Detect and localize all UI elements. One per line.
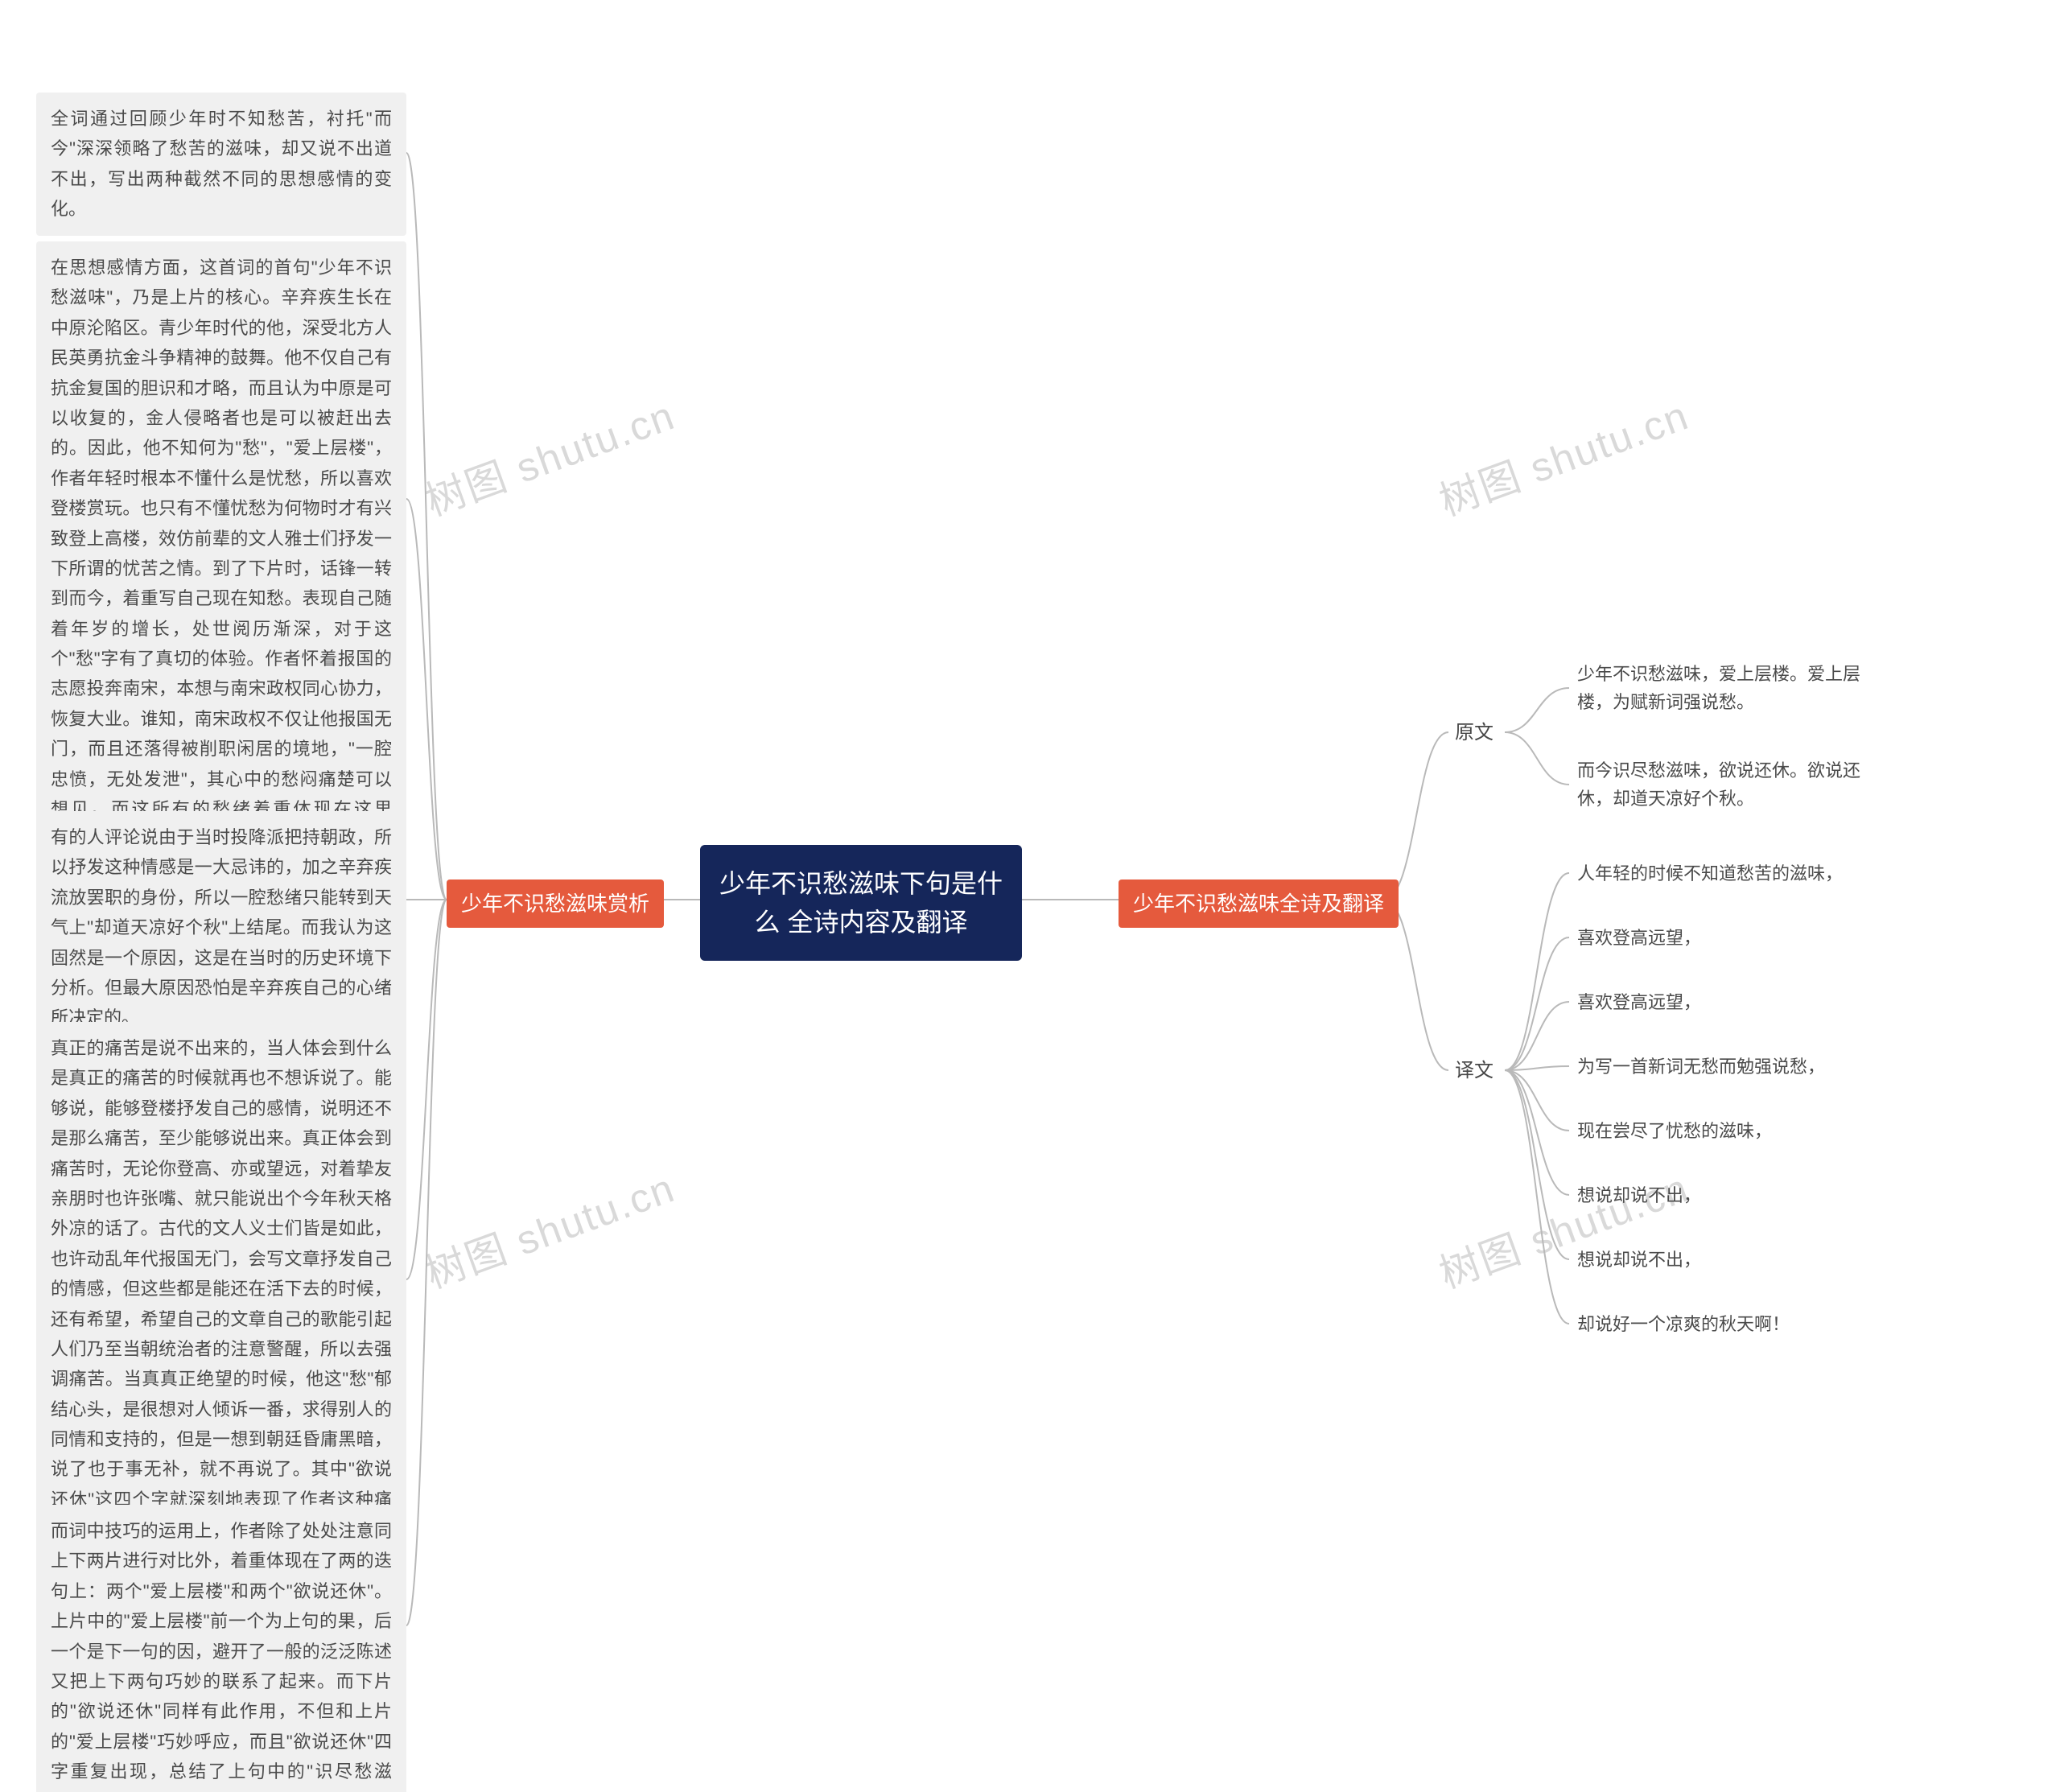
translation-line-8[interactable]: 却说好一个凉爽的秋天啊！ [1577, 1310, 1883, 1338]
left-section-node[interactable]: 少年不识愁滋味赏析 [447, 880, 664, 928]
original-line-1[interactable]: 少年不识愁滋味，爱上层楼。爱上层楼，为赋新词强说愁。 [1577, 660, 1883, 716]
left-leaf-5[interactable]: 而词中技巧的运用上，作者除了处处注意同上下两片进行对比外，着重体现在了两的迭句上… [36, 1505, 406, 1792]
original-line-2[interactable]: 而今识尽愁滋味，欲说还休。欲说还休，却道天凉好个秋。 [1577, 756, 1883, 813]
translation-line-4[interactable]: 为写一首新词无愁而勉强说愁， [1577, 1053, 1883, 1081]
left-leaf-3[interactable]: 有的人评论说由于当时投降派把持朝政，所以抒发这种情感是一大忌讳的，加之辛弃疾流放… [36, 811, 406, 1044]
translation-line-3[interactable]: 喜欢登高远望， [1577, 988, 1883, 1016]
left-leaf-1[interactable]: 全词通过回顾少年时不知愁苦，衬托"而今"深深领略了愁苦的滋味，却又说不出道不出，… [36, 93, 406, 236]
translation-line-7[interactable]: 想说却说不出， [1577, 1246, 1883, 1274]
center-node[interactable]: 少年不识愁滋味下句是什么 全诗内容及翻译 [700, 845, 1022, 961]
translation-line-1[interactable]: 人年轻的时候不知道愁苦的滋味， [1577, 859, 1883, 888]
right-section-node[interactable]: 少年不识愁滋味全诗及翻译 [1119, 880, 1399, 928]
group-label-translation[interactable]: 译文 [1455, 1057, 1494, 1085]
watermark: 树图 shutu.cn [416, 384, 682, 528]
group-label-original[interactable]: 原文 [1455, 719, 1494, 748]
translation-line-5[interactable]: 现在尝尽了忧愁的滋味， [1577, 1117, 1883, 1145]
watermark: 树图 shutu.cn [416, 1156, 682, 1300]
watermark: 树图 shutu.cn [1430, 384, 1695, 528]
translation-line-6[interactable]: 想说却说不出， [1577, 1181, 1883, 1209]
watermark: 树图 shutu.cn [1430, 1156, 1695, 1300]
translation-line-2[interactable]: 喜欢登高远望， [1577, 924, 1883, 952]
